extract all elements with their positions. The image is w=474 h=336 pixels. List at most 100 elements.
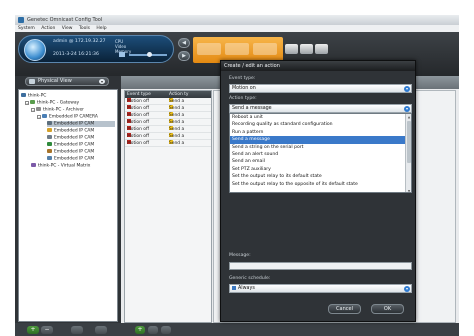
prev-button[interactable]: ◀	[178, 38, 190, 48]
archiver-icon	[36, 107, 41, 111]
message-input[interactable]	[229, 262, 412, 270]
scrollbar-thumb[interactable]	[407, 121, 411, 163]
delete-button[interactable]: −	[41, 326, 53, 334]
dropdown-scrollbar[interactable]: ▲ ▼	[405, 114, 411, 192]
user-panel: admin @ 172.19.32.27 2011-3-24 16:21:36 …	[18, 35, 174, 63]
speaker-icon	[47, 156, 52, 160]
column-event-type[interactable]: Event type	[127, 91, 151, 98]
fullscreen-button[interactable]	[315, 44, 328, 54]
add-action-button[interactable]: +	[135, 326, 145, 334]
dropdown-option[interactable]: Set the output relay to the opposite of …	[230, 181, 405, 188]
layout-button[interactable]	[300, 44, 313, 54]
dropdown-option[interactable]: Send an email	[230, 158, 405, 165]
view-select[interactable]: Physical View ▾	[25, 77, 109, 86]
view-select-value: Physical View	[38, 78, 72, 84]
table-header: Event type Action ty	[125, 91, 211, 98]
tree-node-camera[interactable]: Embedded IP CAM	[47, 142, 94, 148]
task-slot-1[interactable]	[197, 43, 221, 55]
refresh-button[interactable]	[95, 326, 107, 334]
menu-view[interactable]: View	[62, 26, 73, 31]
dialog-body: Event type: Motion on ▾ Action type: Sen…	[221, 71, 415, 321]
table-row[interactable]: Motion off Send a	[125, 119, 211, 126]
dropdown-option[interactable]: Run a pattern	[230, 129, 405, 136]
event-type-value: Motion on	[232, 86, 256, 91]
app-window: Genetec Omnicast Config Tool System Acti…	[15, 15, 459, 336]
user-datetime: 2011-3-24 16:21:36	[53, 52, 99, 57]
message-label: Message:	[229, 253, 251, 258]
ok-button[interactable]: OK	[371, 304, 404, 314]
dropdown-option[interactable]: Reboot a unit	[230, 114, 405, 121]
action-type-value: Send a message	[232, 106, 272, 111]
next-button[interactable]: ▶	[178, 51, 190, 61]
event-type-label: Event type:	[229, 76, 256, 81]
main-footer: +	[121, 323, 459, 336]
dropdown-option[interactable]: Set the output relay to its default stat…	[230, 173, 405, 180]
input-icon	[47, 128, 52, 132]
scroll-down-icon[interactable]: ▼	[407, 189, 411, 192]
action-type-select[interactable]: Send a message ▾	[229, 104, 412, 113]
chevron-down-icon[interactable]: ▾	[404, 285, 410, 292]
tree-node-archiver[interactable]: − think-PC - Archiver	[31, 107, 84, 113]
expand-toggle-icon[interactable]: −	[25, 100, 29, 105]
globe-icon[interactable]	[24, 39, 46, 61]
expand-toggle-icon[interactable]: −	[37, 114, 41, 119]
table-row[interactable]: Motion off Send a	[125, 140, 211, 147]
dropdown-option-selected[interactable]: Send a message	[230, 136, 405, 144]
chevron-down-icon[interactable]: ▾	[404, 85, 410, 92]
tree-node-camera-group[interactable]: − Embedded IP CAMERA	[37, 114, 98, 120]
table-row[interactable]: Motion off Send a	[125, 98, 211, 105]
menu-help[interactable]: Help	[96, 26, 106, 31]
dialog-title: Create / edit an action	[221, 61, 415, 71]
table-row[interactable]: Motion off Send a	[125, 105, 211, 112]
table-row[interactable]: Motion off Send a	[125, 126, 211, 133]
tree-node-camera[interactable]: Embedded IP CAM	[47, 149, 94, 155]
chevron-down-icon[interactable]: ▾	[404, 105, 410, 112]
output-icon	[47, 142, 52, 146]
tree-node-camera[interactable]: Embedded IP CAM	[47, 156, 94, 162]
left-panel-footer: + −	[15, 323, 121, 336]
title-bar: Genetec Omnicast Config Tool	[15, 15, 459, 25]
edit-action-button[interactable]	[148, 326, 158, 334]
table-row[interactable]: Motion off Send a	[125, 112, 211, 119]
actions-table: Event type Action ty Motion off Send a M…	[124, 90, 212, 323]
tree-node-virtual-matrix[interactable]: think-PC - Virtual Matrix	[31, 163, 90, 169]
gateway-icon	[30, 100, 35, 104]
chevron-down-icon[interactable]: ▾	[99, 79, 105, 84]
event-type-select[interactable]: Motion on ▾	[229, 84, 412, 93]
delete-action-button[interactable]	[161, 326, 171, 334]
volume-slider-knob[interactable]	[147, 52, 152, 57]
menu-bar: System Action View Tools Help	[15, 25, 459, 32]
expand-toggle-icon[interactable]: −	[31, 107, 35, 112]
server-icon	[21, 93, 26, 97]
menu-system[interactable]: System	[18, 26, 35, 31]
speaker-icon[interactable]	[119, 52, 125, 57]
dropdown-option[interactable]: Set PTZ auxiliary	[230, 166, 405, 173]
menu-action[interactable]: Action	[41, 26, 55, 31]
task-slot-3[interactable]	[253, 43, 277, 55]
task-slot-2[interactable]	[225, 43, 249, 55]
left-panel: Physical View ▾ think-PC − think-PC - Gat…	[15, 76, 121, 336]
scroll-up-icon[interactable]: ▲	[407, 115, 411, 119]
tree-node-camera[interactable]: Embedded IP CAM	[47, 128, 94, 134]
tree-node-camera[interactable]: Embedded IP CAM	[47, 121, 115, 127]
schedule-icon	[232, 285, 236, 290]
schedule-value: Always	[238, 286, 255, 291]
encoder-icon	[42, 114, 47, 118]
dropdown-option[interactable]: Send a string on the serial port	[230, 144, 405, 151]
tree-node-camera[interactable]: Embedded IP CAM	[47, 135, 94, 141]
dropdown-option[interactable]: Send an alert sound	[230, 151, 405, 158]
table-row[interactable]: Motion off Send a	[125, 133, 211, 140]
tree-node-gateway[interactable]: − think-PC - Gateway	[25, 100, 79, 106]
menu-tools[interactable]: Tools	[79, 26, 90, 31]
tile-button[interactable]	[285, 44, 298, 54]
properties-button[interactable]	[71, 326, 83, 334]
schedule-select[interactable]: Always ▾	[229, 284, 412, 293]
relay-icon	[47, 149, 52, 153]
microphone-icon	[47, 135, 52, 139]
app-icon	[18, 17, 24, 23]
add-button[interactable]: +	[27, 326, 39, 334]
cancel-button[interactable]: Cancel	[328, 304, 361, 314]
dropdown-option[interactable]: Recording quality as standard configurat…	[230, 121, 405, 128]
tree-node-server[interactable]: think-PC	[21, 93, 46, 99]
column-action-type[interactable]: Action ty	[169, 91, 188, 98]
